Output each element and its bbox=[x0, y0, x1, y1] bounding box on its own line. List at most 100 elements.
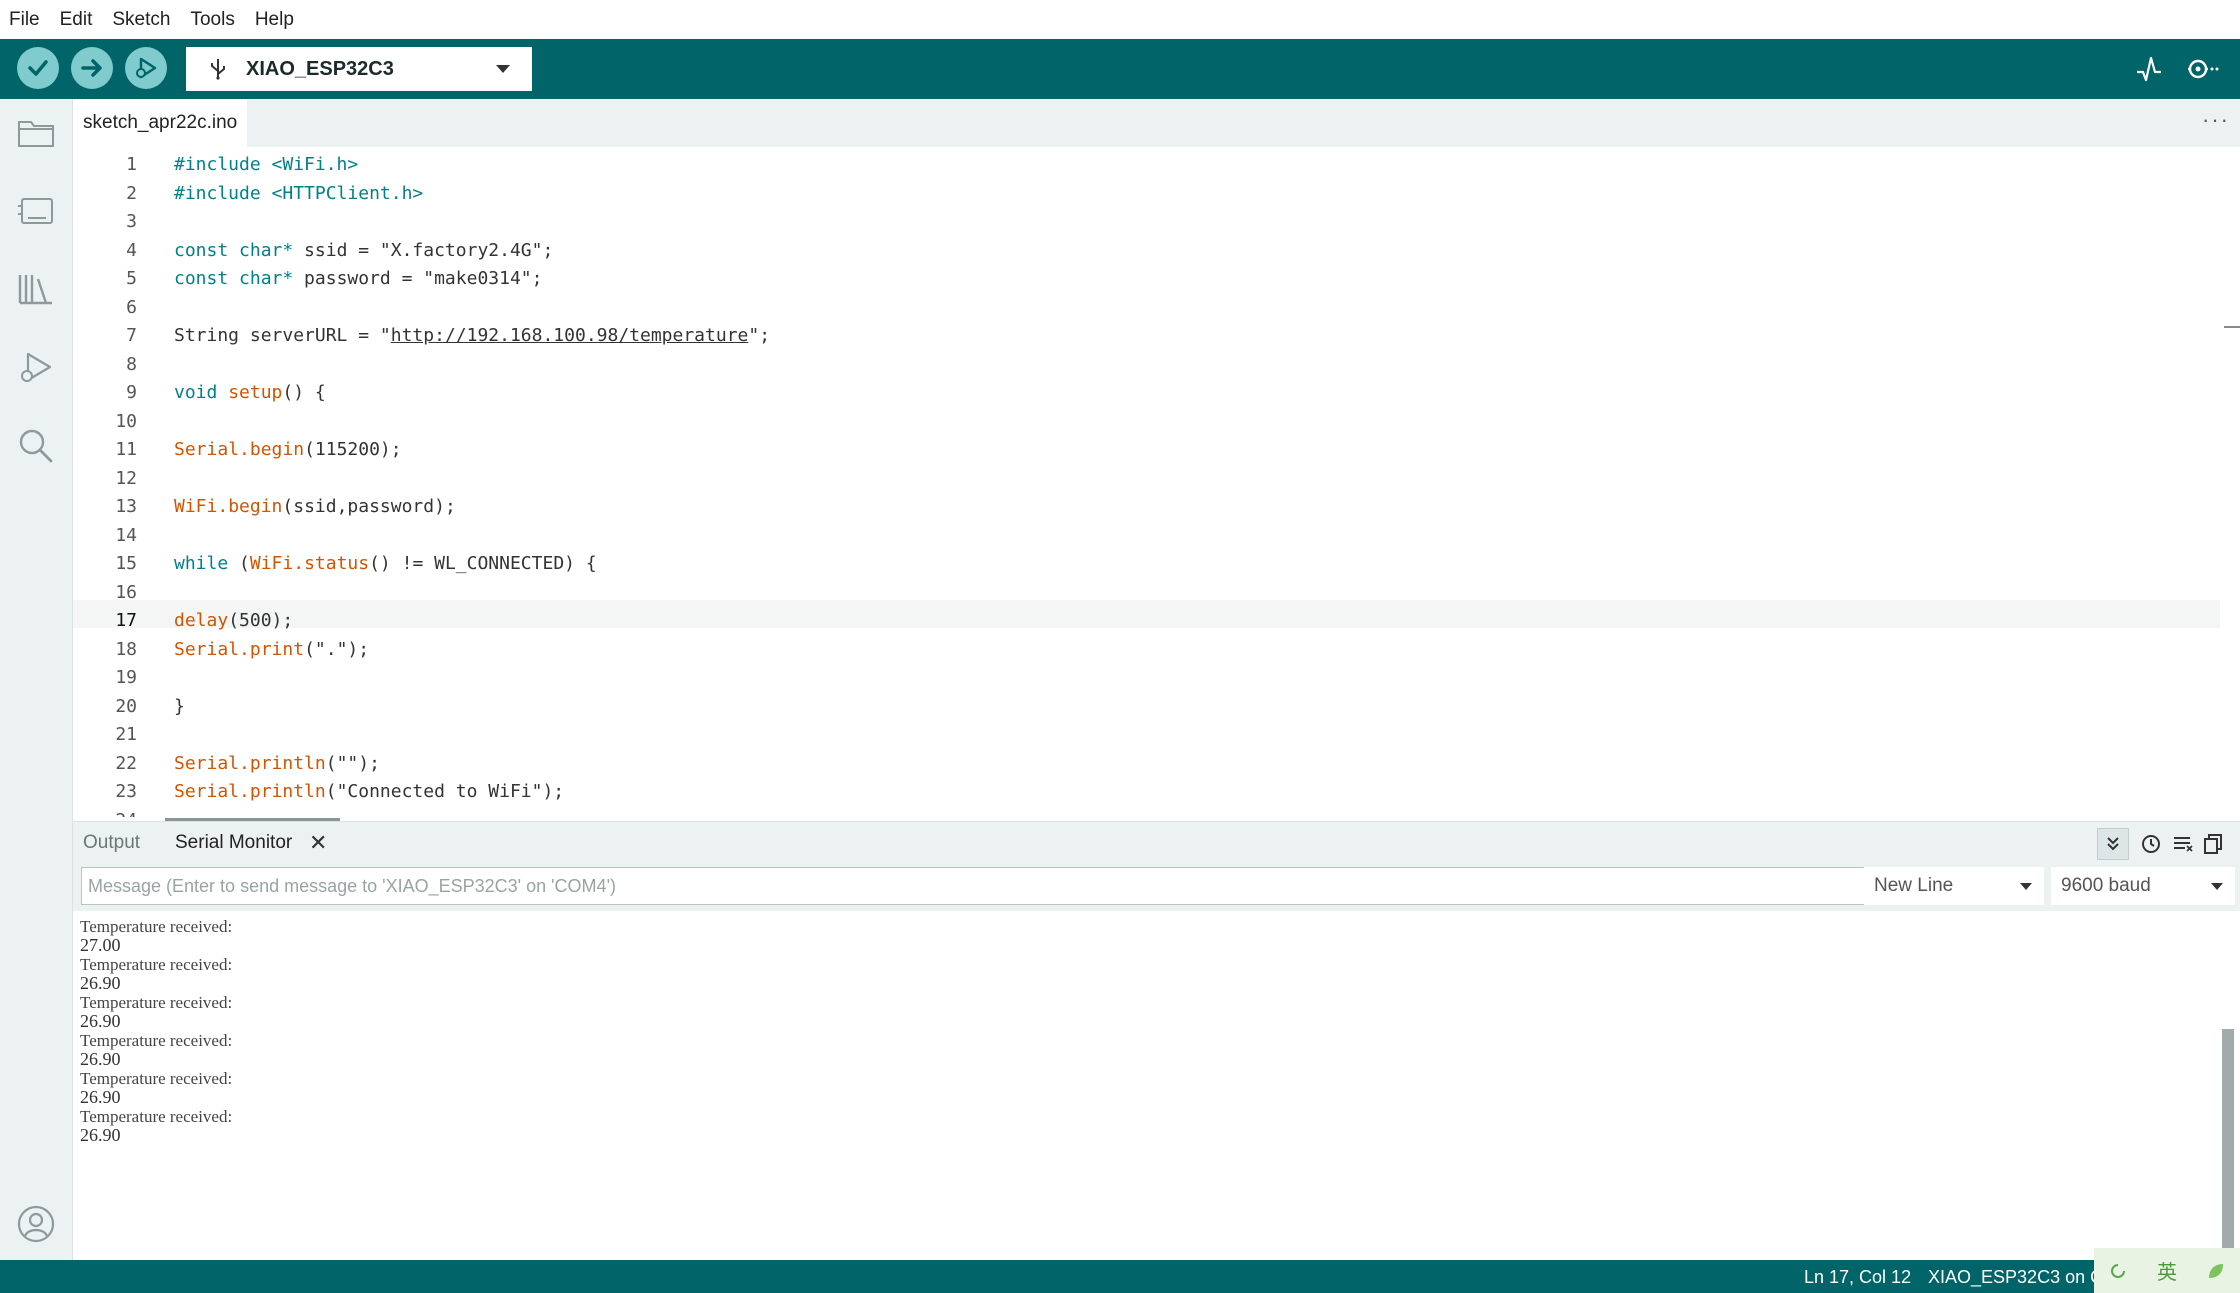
menu-bar: File Edit Sketch Tools Help bbox=[0, 0, 2240, 39]
scrollbar-thumb[interactable] bbox=[2222, 1029, 2234, 1249]
library-manager-button[interactable] bbox=[14, 267, 58, 311]
serial-monitor-icon bbox=[2188, 59, 2219, 79]
code-line: Serial.println(""); bbox=[174, 752, 380, 774]
serial-line-value: 26.90 bbox=[80, 1125, 121, 1145]
url-link[interactable]: http://192.168.100.98/temperature bbox=[391, 325, 749, 346]
search-button[interactable] bbox=[14, 423, 58, 467]
serial-line-label: Temperature received: bbox=[80, 955, 233, 974]
sketchbook-button[interactable] bbox=[14, 111, 58, 155]
line-number: 24 bbox=[73, 807, 137, 818]
message-input[interactable] bbox=[81, 867, 1933, 905]
scrollbar-thumb[interactable] bbox=[2224, 326, 2240, 328]
check-icon bbox=[28, 60, 48, 76]
close-icon[interactable]: ✕ bbox=[309, 830, 327, 856]
line-number: 23 bbox=[115, 781, 137, 802]
serial-plotter-button[interactable] bbox=[2131, 51, 2167, 87]
line-number: 18 bbox=[115, 638, 137, 660]
verify-button[interactable] bbox=[17, 47, 59, 89]
ime-indicator[interactable]: 英 bbox=[2094, 1248, 2240, 1293]
board-selector[interactable]: XIAO_ESP32C3 bbox=[186, 47, 532, 91]
line-number: 17 bbox=[115, 610, 137, 631]
debug-icon bbox=[136, 57, 157, 79]
serial-line-label: Temperature received: bbox=[80, 917, 233, 936]
line-number: 8 bbox=[126, 353, 137, 375]
boards-manager-button[interactable] bbox=[14, 189, 58, 233]
more-options-icon[interactable]: ··· bbox=[2202, 107, 2230, 133]
chevron-down-icon bbox=[2211, 883, 2223, 890]
line-number: 22 bbox=[115, 752, 137, 774]
debugger-button[interactable] bbox=[14, 345, 58, 389]
line-number: 20 bbox=[115, 695, 137, 717]
serial-line-label: Temperature received: bbox=[80, 1069, 233, 1088]
cursor-position[interactable]: Ln 17, Col 12 bbox=[1804, 1267, 1911, 1288]
baud-rate-select[interactable]: 9600 baud bbox=[2051, 867, 2235, 905]
account-button[interactable] bbox=[14, 1202, 58, 1246]
plotter-icon bbox=[2137, 56, 2161, 82]
panel-tab-bar: Output Serial Monitor ✕ bbox=[73, 821, 2240, 866]
tab-output[interactable]: Output bbox=[83, 832, 140, 854]
menu-tools[interactable]: Tools bbox=[180, 9, 244, 31]
code-line: delay(500); bbox=[174, 610, 294, 631]
code-line: while (WiFi.status() != WL_CONNECTED) { bbox=[174, 553, 597, 574]
code-line: Serial.println("Connected to WiFi"); bbox=[174, 781, 565, 802]
toolbar: XIAO_ESP32C3 bbox=[0, 39, 2240, 99]
editor-scrollbar[interactable] bbox=[2220, 147, 2240, 817]
clear-output-button[interactable] bbox=[2167, 828, 2199, 860]
line-number: 4 bbox=[126, 239, 137, 261]
line-ending-value: New Line bbox=[1874, 875, 1954, 896]
chevron-down-icon bbox=[496, 65, 510, 73]
serial-line-value: 26.90 bbox=[80, 1087, 121, 1107]
code-editor[interactable]: 123456789101112131415161718192021222324 … bbox=[73, 147, 2220, 817]
serial-scrollbar[interactable] bbox=[2220, 911, 2240, 1260]
copy-output-button[interactable] bbox=[2197, 828, 2229, 860]
line-number: 10 bbox=[115, 410, 137, 432]
tab-serial-monitor[interactable]: Serial Monitor bbox=[175, 832, 292, 854]
line-number: 12 bbox=[115, 467, 137, 489]
code-line: const char* ssid = "X.factory2.4G"; bbox=[174, 239, 554, 261]
code-line: #include <HTTPClient.h> bbox=[174, 182, 424, 204]
code-line: Serial.print("."); bbox=[174, 638, 370, 660]
editor-tab-bar: sketch_apr22c.ino ··· bbox=[73, 99, 2240, 147]
line-number: 2 bbox=[126, 182, 137, 204]
clear-output-icon bbox=[2174, 837, 2193, 852]
serial-monitor-button[interactable] bbox=[2184, 51, 2220, 87]
account-icon bbox=[17, 1205, 55, 1243]
folder-icon bbox=[18, 121, 54, 147]
line-number: 3 bbox=[126, 211, 137, 232]
line-ending-select[interactable]: New Line bbox=[1864, 867, 2044, 905]
autoscroll-button[interactable] bbox=[2097, 828, 2129, 860]
menu-help[interactable]: Help bbox=[245, 9, 304, 31]
line-number: 16 bbox=[115, 581, 137, 603]
menu-edit[interactable]: Edit bbox=[50, 9, 103, 31]
code-line: } bbox=[174, 695, 185, 717]
code-line: void setup() { bbox=[174, 382, 326, 403]
ime-language-label: 英 bbox=[2156, 1262, 2177, 1284]
library-icon bbox=[18, 275, 52, 305]
serial-line-label: Temperature received: bbox=[80, 1107, 233, 1126]
serial-line-value: 26.90 bbox=[80, 973, 121, 993]
timestamp-button[interactable] bbox=[2135, 828, 2167, 860]
upload-button[interactable] bbox=[71, 47, 113, 89]
board-port-status[interactable]: XIAO_ESP32C3 on CO bbox=[1928, 1267, 2117, 1288]
line-number: 21 bbox=[115, 724, 137, 745]
code-line: #include <WiFi.h> bbox=[174, 154, 359, 175]
line-number: 9 bbox=[126, 382, 137, 403]
serial-line-value: 27.00 bbox=[80, 935, 121, 955]
debug-icon bbox=[21, 352, 52, 382]
tab-sketch-file[interactable]: sketch_apr22c.ino bbox=[73, 99, 248, 147]
serial-line-label: Temperature received: bbox=[80, 1031, 233, 1050]
debug-button[interactable] bbox=[125, 47, 167, 89]
boards-manager-icon bbox=[18, 198, 53, 224]
copy-icon bbox=[2204, 834, 2222, 854]
line-number-gutter: 123456789101112131415161718192021222324 bbox=[73, 151, 137, 817]
menu-file[interactable]: File bbox=[0, 9, 50, 31]
autoscroll-icon bbox=[2107, 837, 2119, 851]
menu-sketch[interactable]: Sketch bbox=[102, 9, 180, 31]
